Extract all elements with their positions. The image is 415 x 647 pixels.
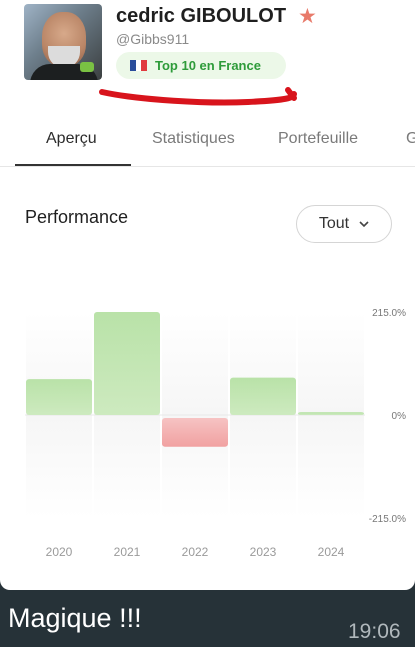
badge-label: Top 10 en France [155, 58, 261, 73]
x-tick-label: 2023 [250, 545, 277, 559]
bar-2024[interactable] [298, 412, 364, 415]
range-dropdown-label: Tout [318, 215, 350, 232]
y-tick-label: -215.0% [369, 514, 406, 525]
x-tick-label: 2021 [114, 545, 141, 559]
x-tick-label: 2022 [182, 545, 209, 559]
profile-name: cedric GIBOULOT [116, 5, 287, 27]
y-tick-label: 0% [392, 411, 407, 422]
tab-more[interactable]: G [406, 130, 415, 148]
tab-portefeuille[interactable]: Portefeuille [278, 130, 358, 148]
red-underline-annotation [99, 87, 297, 106]
x-tick-label: 2024 [318, 545, 345, 559]
bar-2023[interactable] [230, 377, 296, 415]
avatar-patch [80, 62, 94, 72]
profile-handle: @Gibbs911 [116, 31, 190, 47]
range-dropdown[interactable]: Tout [296, 205, 392, 243]
bar-2022[interactable] [162, 418, 228, 447]
profile-card: cedric GIBOULOT ★ @Gibbs911 Top 10 en Fr… [0, 0, 415, 590]
y-tick-label: 215.0% [372, 308, 406, 319]
message-time: 19:06 [348, 620, 401, 643]
performance-title: Performance [25, 207, 129, 227]
chat-message-text: Magique !!! [8, 603, 142, 633]
ranking-badge: Top 10 en France [116, 52, 286, 79]
tabs-divider [0, 166, 415, 167]
tab-bar: Aperçu Statistiques Portefeuille G [0, 120, 415, 168]
bar-2020[interactable] [26, 379, 92, 415]
x-tick-label: 2020 [46, 545, 73, 559]
star-icon[interactable]: ★ [298, 4, 317, 29]
bar-2021[interactable] [94, 312, 160, 415]
france-flag-icon [130, 60, 148, 71]
avatar[interactable] [24, 4, 102, 80]
tab-statistiques[interactable]: Statistiques [152, 130, 235, 148]
performance-chart: 2020 2021 2022 2023 2024 215.0% 0% -215.0% [25, 308, 407, 559]
chevron-down-icon [359, 221, 369, 228]
tab-apercu[interactable]: Aperçu [46, 130, 97, 148]
